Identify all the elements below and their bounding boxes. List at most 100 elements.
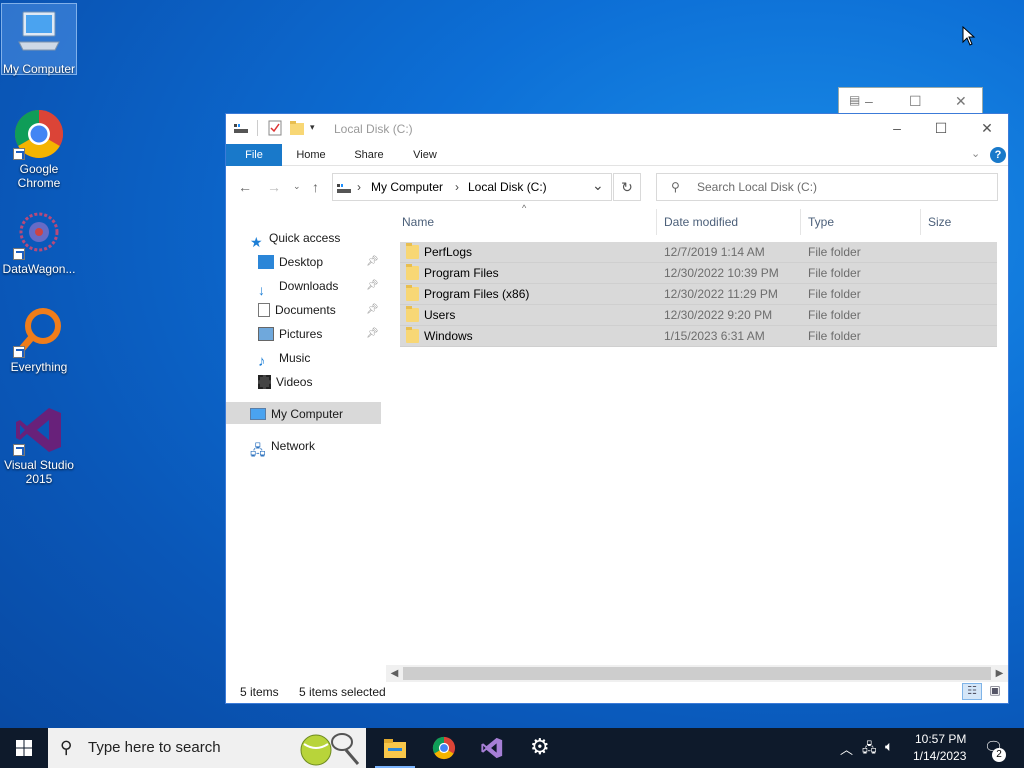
nav-item-documents[interactable]: Documents 📌︎ xyxy=(258,299,383,321)
column-divider[interactable] xyxy=(800,209,801,235)
address-dropdown-icon[interactable]: ⌄ xyxy=(592,177,604,194)
file-row[interactable]: Users 12/30/2022 9:20 PM File folder xyxy=(400,305,997,326)
file-name: Users xyxy=(424,308,456,322)
clock-time[interactable]: 10:57 PM xyxy=(915,732,966,746)
pin-icon[interactable]: 📌︎ xyxy=(366,275,383,297)
show-hidden-icons-chevron-up-icon[interactable]: ︿ xyxy=(840,739,853,758)
desktop-icon-visual-studio[interactable]: Visual Studio 2015 xyxy=(2,400,76,486)
background-window[interactable]: ▤ – ☐ ✕ xyxy=(838,87,983,115)
properties-icon[interactable] xyxy=(268,120,282,136)
nav-quick-access[interactable]: ★ Quick access xyxy=(250,227,340,250)
desktop-icon-datawagon[interactable]: DataWagon... xyxy=(2,204,76,276)
scrollbar-thumb[interactable] xyxy=(403,667,991,680)
column-header-date[interactable]: Date modified xyxy=(664,215,738,229)
taskbar-file-explorer[interactable] xyxy=(371,728,419,768)
star-icon: ★ xyxy=(250,233,263,250)
tab-share[interactable]: Share xyxy=(346,144,392,166)
chevron-right-icon[interactable]: › xyxy=(455,180,459,194)
minimize-icon[interactable]: – xyxy=(865,93,873,109)
desktop-icon-chrome[interactable]: Google Chrome xyxy=(2,104,76,190)
close-icon[interactable]: ✕ xyxy=(955,93,967,110)
quick-access-dropdown-icon[interactable]: ▾ xyxy=(310,122,315,133)
horizontal-scrollbar[interactable]: ◀ ▶ xyxy=(386,665,1008,682)
scroll-right-icon[interactable]: ▶ xyxy=(991,665,1008,682)
pin-icon[interactable]: 📌︎ xyxy=(366,299,383,321)
mouse-cursor-icon xyxy=(962,26,976,46)
clock-date[interactable]: 1/14/2023 xyxy=(913,749,966,763)
minimize-button[interactable]: – xyxy=(874,114,920,144)
taskbar-search-box[interactable]: ⚲ Type here to search xyxy=(48,728,366,768)
file-type: File folder xyxy=(808,329,861,343)
back-arrow-icon[interactable]: ← xyxy=(238,179,252,195)
refresh-button[interactable]: ↻ xyxy=(613,173,641,201)
maximize-button[interactable]: ☐ xyxy=(918,114,964,144)
tab-file[interactable]: File xyxy=(226,144,282,166)
drive-icon xyxy=(234,124,248,133)
tab-home[interactable]: Home xyxy=(288,144,334,166)
scroll-left-icon[interactable]: ◀ xyxy=(386,665,403,682)
file-row[interactable]: PerfLogs 12/7/2019 1:14 AM File folder xyxy=(400,242,997,263)
column-header-type[interactable]: Type xyxy=(808,215,834,229)
desktop-icon-label: Google Chrome xyxy=(17,162,61,190)
pin-icon[interactable]: 📌︎ xyxy=(366,251,383,273)
help-icon[interactable]: ? xyxy=(990,147,1006,163)
volume-icon[interactable]: 🔈︎ xyxy=(885,738,893,755)
file-row[interactable]: Program Files (x86) 12/30/2022 11:29 PM … xyxy=(400,284,997,305)
new-folder-icon[interactable] xyxy=(290,121,304,135)
pin-icon[interactable]: 📌︎ xyxy=(366,323,383,345)
folder-icon xyxy=(406,285,419,301)
up-arrow-icon[interactable]: ↑ xyxy=(312,179,319,195)
maximize-icon[interactable]: ☐ xyxy=(909,93,922,110)
address-bar[interactable]: › My Computer › Local Disk (C:) ⌄ xyxy=(332,173,612,201)
desktop-folder-icon xyxy=(258,254,274,269)
drive-icon xyxy=(337,184,351,193)
desktop-icon-everything[interactable]: Everything xyxy=(2,302,76,374)
file-row[interactable]: Windows 1/15/2023 6:31 AM File folder xyxy=(400,326,997,347)
taskbar-chrome[interactable] xyxy=(420,728,468,768)
folder-icon xyxy=(406,306,419,322)
column-header-name[interactable]: Name xyxy=(402,215,434,229)
taskbar-visual-studio[interactable] xyxy=(468,728,516,768)
breadcrumb-local-disk[interactable]: Local Disk (C:) xyxy=(468,180,547,194)
navigation-bar: ← → ⌄ ↑ › My Computer › Local Disk (C:) … xyxy=(226,166,1008,206)
search-input[interactable]: ⚲ Search Local Disk (C:) xyxy=(656,173,998,201)
network-icon: 🖧︎ xyxy=(250,441,266,458)
nav-item-videos[interactable]: Videos xyxy=(258,371,312,393)
column-header-size[interactable]: Size xyxy=(928,215,951,229)
search-highlight-icon xyxy=(300,733,360,766)
desktop-icon-label: Everything xyxy=(10,360,68,374)
nav-network[interactable]: 🖧︎ Network xyxy=(250,435,315,458)
separator xyxy=(257,120,258,136)
file-type: File folder xyxy=(808,266,861,280)
folder-icon xyxy=(406,264,419,280)
close-button[interactable]: ✕ xyxy=(964,114,1010,144)
recent-locations-icon[interactable]: ⌄ xyxy=(293,181,301,192)
nav-item-desktop[interactable]: Desktop 📌︎ xyxy=(258,251,383,273)
forward-arrow-icon[interactable]: → xyxy=(267,179,281,195)
nav-item-downloads[interactable]: ↓ Downloads 📌︎ xyxy=(258,275,383,298)
desktop-icon-my-computer[interactable]: My Computer xyxy=(1,3,77,76)
ribbon-tabs: File Home Share View ⌄ ? xyxy=(226,144,1008,166)
file-type: File folder xyxy=(808,287,861,301)
taskbar-settings[interactable]: ⚙ xyxy=(517,728,565,768)
column-divider[interactable] xyxy=(656,209,657,235)
desktop-icon-label: DataWagon... xyxy=(2,262,76,276)
chevron-right-icon[interactable]: › xyxy=(357,180,361,194)
download-arrow-icon: ↓ xyxy=(258,281,265,298)
tab-view[interactable]: View xyxy=(402,144,448,166)
selected-count: 5 items selected xyxy=(299,685,386,699)
details-view-icon[interactable]: ☷ xyxy=(962,683,982,700)
nav-item-pictures[interactable]: Pictures 📌︎ xyxy=(258,323,383,345)
desktop-icon-label: Visual Studio 2015 xyxy=(4,458,74,486)
large-icons-view-icon[interactable]: ▣ xyxy=(986,683,1004,700)
expand-ribbon-icon[interactable]: ⌄ xyxy=(971,147,980,160)
network-tray-icon[interactable]: 🖧︎ xyxy=(862,739,877,761)
music-note-icon: ♪ xyxy=(258,352,266,370)
breadcrumb-my-computer[interactable]: My Computer xyxy=(371,180,443,194)
nav-item-music[interactable]: ♪ Music xyxy=(258,347,310,370)
nav-my-computer[interactable]: My Computer xyxy=(250,403,343,425)
file-row[interactable]: Program Files 12/30/2022 10:39 PM File f… xyxy=(400,263,997,284)
windows-start-icon[interactable] xyxy=(16,740,32,756)
datawagon-icon xyxy=(13,208,65,260)
column-divider[interactable] xyxy=(920,209,921,235)
